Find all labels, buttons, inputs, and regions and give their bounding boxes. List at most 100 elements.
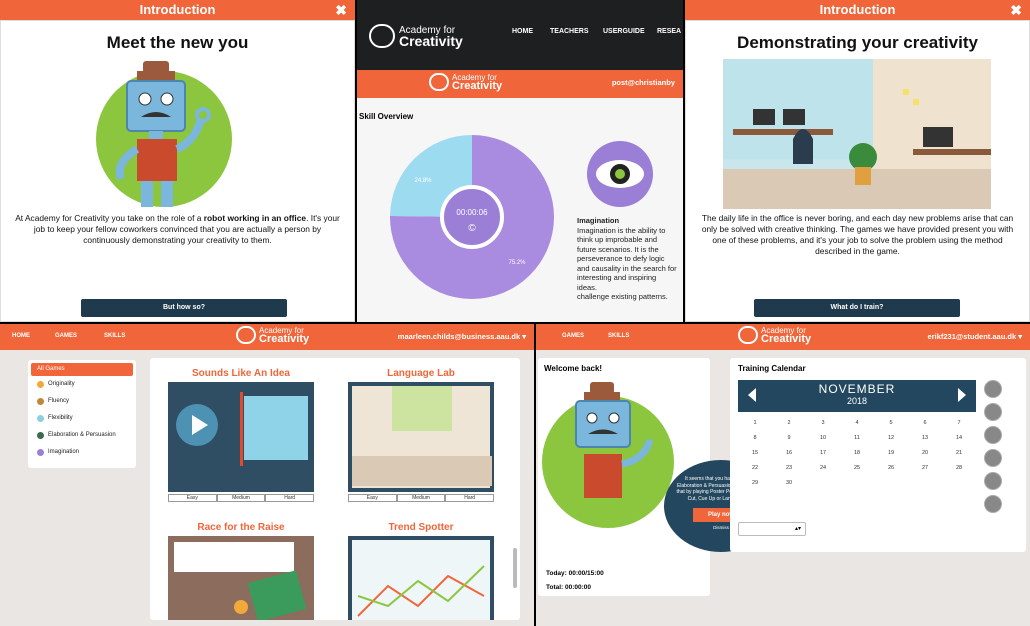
nav-home[interactable]: HOME [512,28,533,35]
calendar-day[interactable]: 8 [738,435,772,441]
calendar-day[interactable]: 16 [772,450,806,456]
difficulty-hard[interactable]: Hard [445,494,495,502]
total-time: Total: 00:00:00 [546,584,592,591]
skill-extra: challenge existing patterns. [577,292,668,301]
game-thumbnail [168,382,314,492]
pie-label-small: 24.8% [414,178,432,184]
filter-all-games[interactable]: All Games [31,363,133,376]
calendar-day[interactable]: 2 [772,420,806,426]
calendar-month: NOVEMBER [818,382,896,396]
calendar-day[interactable]: 15 [738,450,772,456]
nav-userguide[interactable]: USERGUIDE [603,28,645,35]
user-email[interactable]: post@christianby [612,78,675,87]
calendar-day[interactable]: 22 [738,465,772,471]
calendar-day[interactable]: 7 [942,420,976,426]
calendar-day[interactable]: 18 [840,450,874,456]
timer-circle [440,185,504,249]
calendar-day[interactable]: 17 [806,450,840,456]
calendar-day[interactable]: 13 [908,435,942,441]
header-logo[interactable]: Academy for Creativity [738,326,811,345]
calendar-day[interactable]: 5 [874,420,908,426]
calendar-day[interactable]: 24 [806,465,840,471]
dialog-body: Meet the new you At Academy for Creativi… [0,20,355,322]
logo-line2: Creativity [452,80,503,92]
persuasion-skill-icon[interactable] [984,495,1002,513]
calendar-day[interactable]: 27 [908,465,942,471]
dialog-text-pre: At Academy for Creativity you take on th… [15,213,204,223]
game-card-trend-spotter[interactable]: Trend Spotter [348,522,494,620]
game-card-race[interactable]: Race for the Raise [168,522,314,620]
dialog-body: Demonstrating your creativity The daily … [685,20,1030,322]
calendar-day[interactable]: 11 [840,435,874,441]
calendar-day[interactable]: 3 [806,420,840,426]
nav-games[interactable]: GAMES [562,333,584,339]
timer-label: 00:00:06 [456,208,488,217]
nav-home[interactable]: HOME [12,333,30,339]
calendar-day[interactable]: 20 [908,450,942,456]
filter-originality[interactable]: Originality [31,376,133,393]
calendar-day[interactable]: 9 [772,435,806,441]
calendar-day[interactable]: 29 [738,480,772,486]
calendar-day[interactable]: 4 [840,420,874,426]
user-email[interactable]: maarleen.childs@business.aau.dk ▾ [398,332,526,341]
difficulty-medium[interactable]: Medium [396,494,446,502]
nav-skills[interactable]: SKILLS [608,333,629,339]
calendar-day[interactable]: 14 [942,435,976,441]
game-title: Trend Spotter [388,522,454,533]
calendar-day[interactable]: 19 [874,450,908,456]
calendar-day[interactable]: 10 [806,435,840,441]
calendar-day[interactable]: 26 [874,465,908,471]
filter-fluency[interactable]: Fluency [31,393,133,410]
nav-teachers[interactable]: TEACHERS [550,28,589,35]
calendar-day[interactable]: 28 [942,465,976,471]
difficulty-selector[interactable]: Easy Medium Hard [168,494,315,502]
fluency-icon [37,398,44,405]
game-card-sounds[interactable]: Sounds Like An Idea Easy Medium Hard [168,368,315,502]
filter-imagination[interactable]: Imagination [31,444,133,461]
nav-research[interactable]: RESEA [657,28,681,35]
scrollbar[interactable] [513,548,517,588]
games-filter-sidebar: All Games Originality Fluency Flexibilit… [28,360,136,468]
difficulty-hard[interactable]: Hard [265,494,315,502]
calendar-day[interactable]: 6 [908,420,942,426]
intro-dialog-meet: Introduction ✖ Meet the new you At Acade… [0,0,355,322]
calendar-day[interactable]: 21 [942,450,976,456]
logo[interactable]: Academy for Creativity [369,24,463,48]
originality-skill-icon[interactable] [984,449,1002,467]
close-icon[interactable]: ✖ [335,0,347,20]
user-email[interactable]: erikf231@student.aau.dk ▾ [928,332,1022,341]
nav-skills[interactable]: SKILLS [104,333,125,339]
calendar-select[interactable]: ▴▾ [738,522,806,536]
skill-icons-column [984,380,1002,518]
header-logo[interactable]: Academy for Creativity [236,326,309,345]
but-how-so-button[interactable]: But how so? [81,299,287,317]
calendar-day[interactable]: 12 [874,435,908,441]
close-icon[interactable]: ✖ [1010,0,1022,20]
difficulty-medium[interactable]: Medium [216,494,266,502]
flexibility-skill-icon[interactable] [984,426,1002,444]
elaboration-skill-icon[interactable] [984,472,1002,490]
owl-logo-icon [738,326,758,344]
calendar-day[interactable]: 30 [772,480,806,486]
calendar-day[interactable]: 1 [738,420,772,426]
difficulty-easy[interactable]: Easy [348,494,397,502]
prev-month-icon[interactable] [748,388,756,402]
imagination-eye-icon [587,141,653,207]
nav-games[interactable]: GAMES [55,333,77,339]
filter-elaboration[interactable]: Elaboration & Persuasion [31,427,133,444]
what-do-i-train-button[interactable]: What do I train? [754,299,960,317]
originality-icon [37,381,44,388]
next-month-icon[interactable] [958,388,966,402]
game-card-language-lab[interactable]: Language Lab Easy Medium Hard [348,368,495,502]
imagination-skill-icon[interactable] [984,380,1002,398]
difficulty-selector[interactable]: Easy Medium Hard [348,494,495,502]
calendar-day[interactable]: 23 [772,465,806,471]
fluency-skill-icon[interactable] [984,403,1002,421]
filter-label: Flexibility [48,415,73,421]
calendar-day[interactable]: 25 [840,465,874,471]
games-page: HOME GAMES SKILLS Academy for Creativity … [0,324,534,626]
filter-flexibility[interactable]: Flexibility [31,410,133,427]
difficulty-easy[interactable]: Easy [168,494,217,502]
header-logo[interactable]: Academy for Creativity [429,73,503,92]
calendar-header: NOVEMBER 2018 [738,380,976,412]
